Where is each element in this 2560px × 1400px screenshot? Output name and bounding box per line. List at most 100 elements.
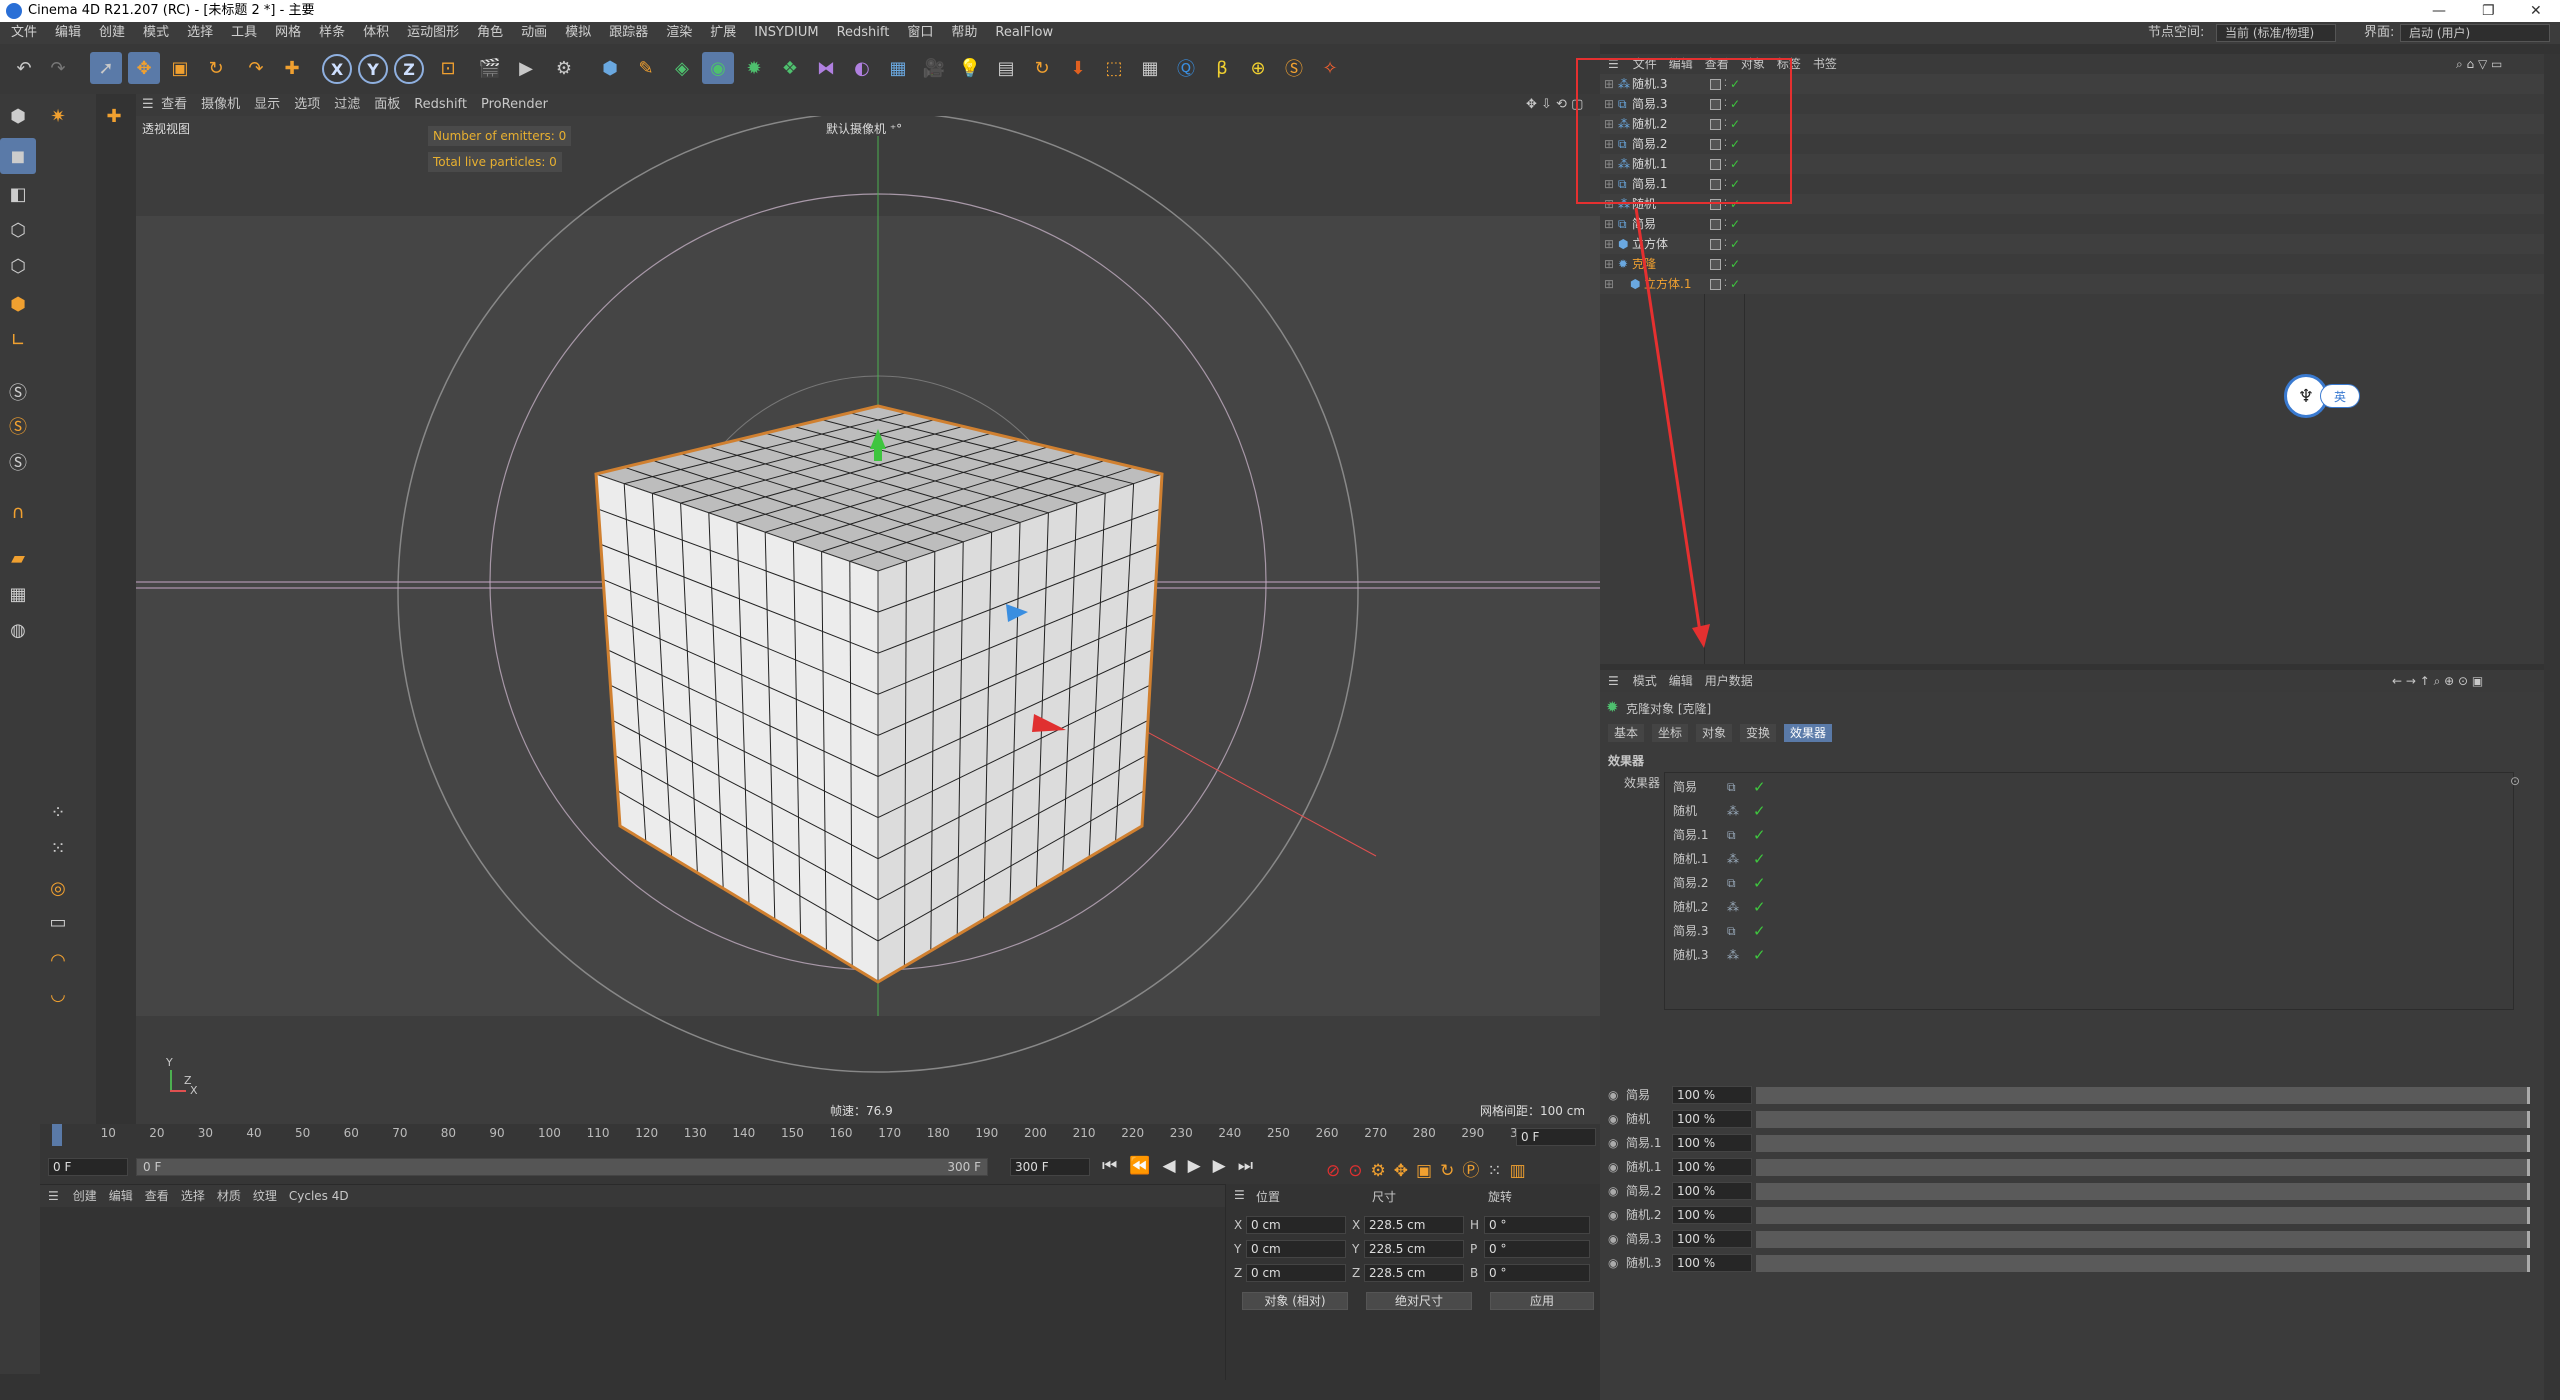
effector-enabled-icon[interactable]: ✓ [1753,775,1766,799]
menu-spline[interactable]: 样条 [310,22,354,44]
key-controls[interactable]: ⊘⊙⚙✥▣↻Ⓟ⁙▥ [1326,1156,1534,1181]
edges-mode-icon[interactable]: ⬡ [0,248,36,284]
tab-coord[interactable]: 坐标 [1652,724,1689,742]
pla-key-icon[interactable]: ⁙ [1487,1161,1509,1181]
tab-object[interactable]: 对象 [1696,724,1733,742]
mat-menu-select[interactable]: 选择 [175,1185,211,1207]
attr-menu-edit[interactable]: 编辑 [1663,670,1699,692]
menu-insydium[interactable]: INSYDIUM [745,22,827,44]
pos-x-field[interactable]: 0 cm [1246,1216,1346,1234]
poly-lasso-icon[interactable]: ◡ [40,976,76,1012]
strength-slider[interactable] [1756,1255,2530,1272]
strength-field[interactable]: 100 % [1672,1254,1752,1272]
rot-p-field[interactable]: 0 ° [1484,1240,1590,1258]
effector-enabled-icon[interactable]: ✓ [1753,799,1766,823]
vp-menu-options[interactable]: 选项 [287,94,327,116]
undo-icon[interactable]: ↶ [8,52,40,84]
effector-row[interactable]: 随机.3 ⁂ ✓ [1669,943,1869,967]
effector-enabled-icon[interactable]: ✓ [1753,871,1766,895]
size-x-field[interactable]: 228.5 cm [1364,1216,1464,1234]
rotate-tool-icon[interactable]: ↻ [200,52,232,84]
visibility-dots-icon[interactable]: ⁚ [1724,274,1727,294]
menu-simulate[interactable]: 模拟 [556,22,600,44]
s-plugin-3-icon[interactable]: Ⓢ [0,444,36,480]
material-menu-icon[interactable]: ☰ [40,1185,67,1207]
menu-extensions[interactable]: 扩展 [701,22,745,44]
size-z-field[interactable]: 228.5 cm [1364,1264,1464,1282]
om-search-icon[interactable]: ⌕ ⌂ ▽ ▭ [2456,54,2502,74]
play-icon[interactable]: ▶ [1188,1156,1213,1176]
live-select-icon[interactable]: ➚ [90,52,122,84]
vp-menu-display[interactable]: 显示 [247,94,287,116]
menu-volume[interactable]: 体积 [354,22,398,44]
strength-field[interactable]: 100 % [1672,1134,1752,1152]
effector-row[interactable]: 简易.1 ⧉ ✓ [1669,823,1869,847]
plugin-b-icon[interactable]: β [1206,52,1238,84]
scale-tool-icon[interactable]: ▣ [164,52,196,84]
timeline-window-icon[interactable]: ▥ [1510,1161,1534,1181]
effector-row[interactable]: 简易.3 ⧉ ✓ [1669,919,1869,943]
mat-menu-cycles4d[interactable]: Cycles 4D [283,1185,355,1207]
vp-menu-prorender[interactable]: ProRender [474,94,555,116]
snap-icon[interactable]: ⬚ [1098,52,1130,84]
scene-icon[interactable]: ▤ [990,52,1022,84]
menu-select[interactable]: 选择 [178,22,222,44]
move-tool-icon[interactable]: ✥ [128,52,160,84]
pen-spline-icon[interactable]: ✎ [630,52,662,84]
solo-icon[interactable]: ◍ [0,612,36,648]
next-frame-icon[interactable]: ▶ [1213,1156,1238,1176]
effector-enabled-icon[interactable]: ✓ [1753,919,1766,943]
effector-row[interactable]: 简易 ⧉ ✓ [1669,775,1869,799]
subdivision-icon[interactable]: ◈ [666,52,698,84]
workplane-icon[interactable]: ▰ [0,540,36,576]
rot-h-field[interactable]: 0 ° [1484,1216,1590,1234]
render-region-icon[interactable]: 🎬 [474,52,506,84]
s-plugin-icon[interactable]: Ⓢ [1278,52,1310,84]
om-menu-bookmarks[interactable]: 书签 [1807,54,1843,74]
effector-enabled-icon[interactable]: ✓ [1753,895,1766,919]
add-tool-icon[interactable]: ✚ [276,52,308,84]
effectors-list[interactable]: 简易 ⧉ ✓ 随机 ⁂ ✓ 简易.1 ⧉ ✓ 随机.1 ⁂ ✓ 简易.2 ⧉ ✓ 随机.2 ⁂ ✓ 简易.3 ⧉ ✓ 随机… [1664,772,2514,1010]
model-mode-icon[interactable]: ◼ [0,138,36,174]
render-settings-icon[interactable]: ⚙ [548,52,580,84]
object-row[interactable]: ⊞✹克隆⁚✓ [1600,254,2544,274]
auto-key-icon[interactable]: ⊙ [1348,1161,1370,1181]
enabled-check-icon[interactable]: ✓ [1730,254,1740,274]
enabled-check-icon[interactable]: ✓ [1730,274,1740,294]
animate-toggle-icon[interactable]: ◉ [1608,1252,1618,1274]
playhead[interactable] [52,1124,62,1146]
strength-slider[interactable] [1756,1111,2530,1128]
go-start-icon[interactable]: ⏮ [1102,1156,1129,1176]
menu-tracker[interactable]: 跟踪器 [600,22,657,44]
ime-language-label[interactable]: 英 [2320,384,2360,408]
s-plugin-2-icon[interactable]: Ⓢ [0,408,36,444]
mat-menu-material[interactable]: 材质 [211,1185,247,1207]
attr-menu-mode[interactable]: 模式 [1627,670,1663,692]
vp-menu-filter[interactable]: 过滤 [327,94,367,116]
object-row[interactable]: ⊞ ⬢ 立方体.1 ⁚ ✓ [1600,274,2544,294]
3d-viewport[interactable]: 透视视图 默认摄像机 ⁺° Number of emitters: 0 Tota… [136,116,1600,1124]
effector-enabled-icon[interactable]: ✓ [1753,823,1766,847]
deformer-icon[interactable]: ⧓ [810,52,842,84]
menu-animate[interactable]: 动画 [512,22,556,44]
strength-field[interactable]: 100 % [1672,1086,1752,1104]
effector-row[interactable]: 随机 ⁂ ✓ [1669,799,1869,823]
menu-file[interactable]: 文件 [2,22,46,44]
menu-mode[interactable]: 模式 [134,22,178,44]
effector-row[interactable]: 随机.1 ⁂ ✓ [1669,847,1869,871]
param-key-icon[interactable]: Ⓟ [1462,1161,1487,1181]
animate-toggle-icon[interactable]: ◉ [1608,1180,1618,1202]
rect-select-icon[interactable]: ▭ [40,904,76,940]
menu-window[interactable]: 窗口 [898,22,942,44]
strength-field[interactable]: 100 % [1672,1206,1752,1224]
strength-slider[interactable] [1756,1231,2530,1248]
qr-plugin-icon[interactable]: Ⓠ [1170,52,1202,84]
vp-menu-panel[interactable]: 面板 [367,94,407,116]
attr-nav-icons[interactable]: ← → ↑ ⌕ ⊕ ⊙ ▣ [2392,670,2483,692]
strength-slider[interactable] [1756,1135,2530,1152]
viewport-nav-icon[interactable]: ✥ ⇩ ⟲ ▢ [1526,94,1583,116]
menu-help[interactable]: 帮助 [942,22,986,44]
enabled-check-icon[interactable]: ✓ [1730,214,1740,234]
pos-z-field[interactable]: 0 cm [1246,1264,1346,1282]
tab-transform[interactable]: 变换 [1740,724,1777,742]
